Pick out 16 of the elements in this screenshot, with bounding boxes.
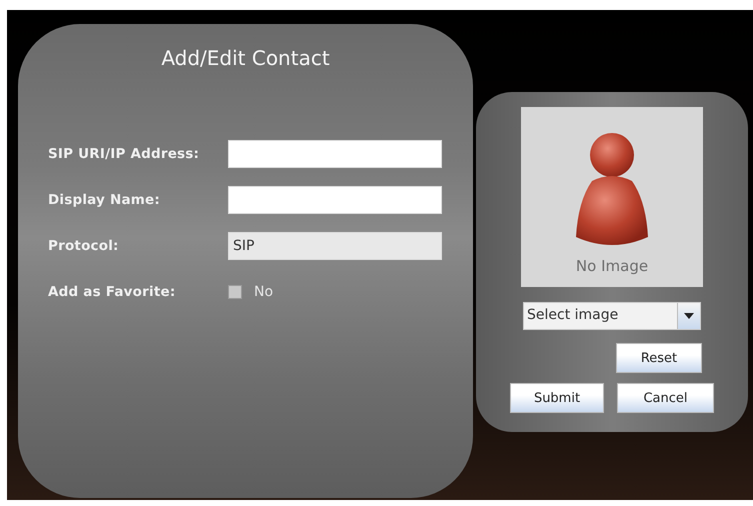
cancel-button[interactable]: Cancel: [617, 383, 714, 413]
field-label: SIP URI/IP Address:: [48, 146, 200, 162]
text-field[interactable]: [228, 140, 442, 168]
field-label: Display Name:: [48, 192, 161, 208]
field-label: Add as Favorite:: [48, 284, 176, 300]
submit-button[interactable]: Submit: [510, 383, 604, 413]
caret-icon: [684, 313, 694, 319]
image-select[interactable]: Select image: [523, 302, 701, 330]
checkbox-caption: No: [254, 284, 274, 300]
reset-button[interactable]: Reset: [616, 343, 702, 373]
dialog-title: Add/Edit Contact: [160, 46, 331, 70]
favorite-checkbox[interactable]: [228, 285, 242, 299]
protocol-field[interactable]: SIP: [228, 232, 442, 260]
no-image-caption: No Image: [576, 257, 648, 275]
text-field[interactable]: [228, 186, 442, 214]
field-label: Protocol:: [48, 238, 120, 254]
